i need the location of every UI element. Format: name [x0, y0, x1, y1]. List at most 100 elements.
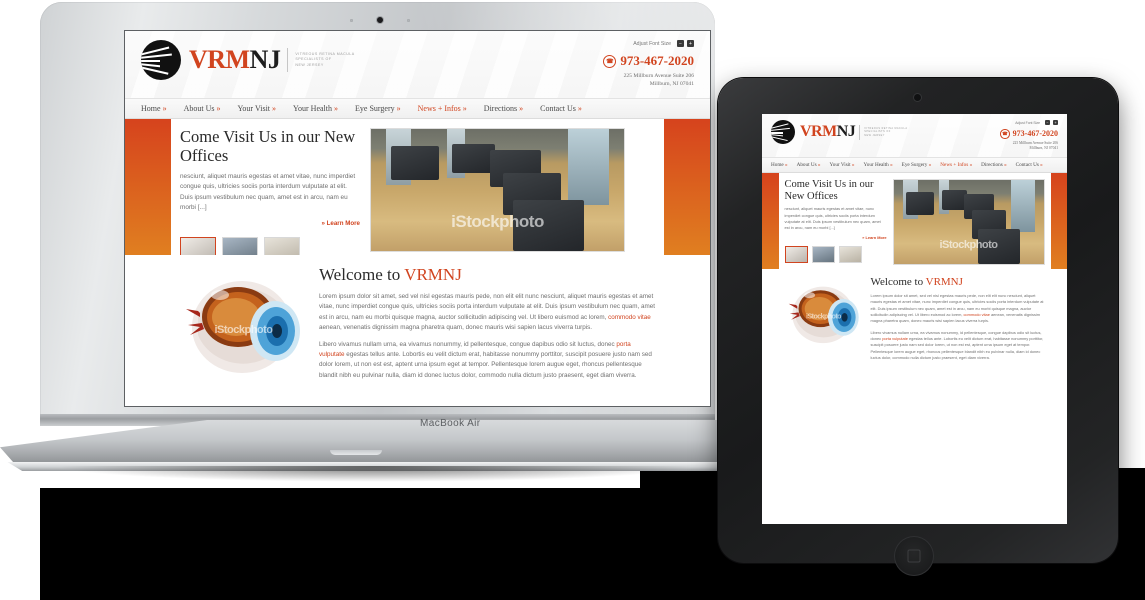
welcome-eye-image: iStockphoto	[180, 265, 307, 383]
logo-nj: NJ	[249, 45, 281, 74]
hero-section-tablet: Come Visit Us in our New Offices nesciun…	[784, 178, 1045, 265]
font-increase-button-tablet[interactable]: +	[1053, 120, 1058, 125]
hero-band-tablet: Come Visit Us in our New Offices nesciun…	[762, 172, 1067, 269]
welcome-link-1[interactable]: commodo vitae	[608, 314, 651, 321]
phone-number-tablet[interactable]: ☎ 973-467-2020	[1000, 129, 1058, 139]
site-logo[interactable]: VRM NJ VITREOUS RETINA MACULA SPECIALISTS…	[141, 40, 355, 80]
site-header: VRM NJ VITREOUS RETINA MACULA SPECIALISTS…	[125, 31, 710, 98]
welcome-panel: iStockphoto Welcome to VRMNJ Lorem ipsum…	[171, 255, 664, 406]
tablet-screen: VRM NJ VITREOUS RETINA MACULA SPECIALISTS…	[762, 114, 1067, 524]
hero-learn-more-link[interactable]: » Learn More	[180, 220, 360, 227]
font-decrease-button[interactable]: −	[677, 40, 684, 47]
nav-item-your-health[interactable]: Your Health »	[293, 104, 338, 113]
welcome-text-block: Welcome to VRMNJ Lorem ipsum dolor sit a…	[307, 265, 655, 383]
hero-thumb-doctor-patient-tablet[interactable]	[838, 246, 862, 264]
site-header-tablet: VRM NJ VITREOUS RETINA MACULA SPECIALISTS…	[762, 114, 1067, 157]
font-size-label: Adjust Font Size	[633, 40, 671, 47]
welcome-image-watermark-tablet: iStockphoto	[806, 313, 841, 321]
welcome-section: iStockphoto Welcome to VRMNJ Lorem ipsum…	[180, 265, 655, 383]
font-size-label-tablet: Adjust Font Size	[1015, 120, 1040, 125]
nav-item-news-infos[interactable]: News + Infos »	[418, 104, 467, 113]
hero-body: nesciunt, aliquet mauris egestas et amet…	[180, 173, 356, 211]
hero-text-block: Come Visit Us in our New Offices nesciun…	[180, 127, 370, 264]
phone-icon: ☎	[603, 54, 617, 68]
welcome-image-watermark: iStockphoto	[214, 324, 273, 337]
website-tablet: VRM NJ VITREOUS RETINA MACULA SPECIALISTS…	[762, 114, 1067, 524]
laptop-screen: VRM NJ VITREOUS RETINA MACULA SPECIALISTS…	[125, 31, 710, 406]
nav-item-your-visit-tablet[interactable]: Your Visit »	[830, 162, 855, 168]
phone-text: 973-467-2020	[620, 53, 694, 68]
nav-item-contact-us[interactable]: Contact Us »	[540, 104, 582, 113]
font-size-control-tablet[interactable]: Adjust Font Size − +	[1000, 120, 1058, 125]
tablet-device: VRM NJ VITREOUS RETINA MACULA SPECIALISTS…	[718, 78, 1118, 576]
logo-vrm: VRM	[189, 45, 250, 74]
font-size-control[interactable]: Adjust Font Size − +	[603, 40, 694, 47]
tablet-front-camera-icon	[914, 94, 921, 101]
nav-item-your-health-tablet[interactable]: Your Health »	[864, 162, 893, 168]
main-navigation-tablet[interactable]: Home » About Us » Your Visit » Your Heal…	[762, 156, 1067, 173]
hero-section: Come Visit Us in our New Offices nesciun…	[180, 127, 655, 264]
site-logo-tablet[interactable]: VRM NJ VITREOUS RETINA MACULA SPECIALISTS…	[771, 120, 907, 144]
nav-item-about-us-tablet[interactable]: About Us »	[797, 162, 821, 168]
welcome-title-tablet: Welcome to VRMNJ	[870, 275, 963, 288]
laptop-front-notch	[330, 450, 382, 455]
welcome-link-2-tablet[interactable]: porta vulputate	[882, 336, 908, 341]
hero-thumbnails-tablet[interactable]	[784, 246, 887, 264]
welcome-section-tablet: iStockphoto Welcome to VRMNJ Lorem ipsum…	[785, 276, 1045, 361]
logo-tagline: VITREOUS RETINA MACULA SPECIALISTS OF NE…	[295, 51, 355, 67]
welcome-eye-image-tablet: iStockphoto	[785, 276, 863, 350]
header-contact-block: Adjust Font Size − + ☎ 973-467-2020 225 …	[603, 40, 694, 88]
welcome-paragraph-1-tablet: Lorem ipsum dolor sit amet, sed vel nisl…	[870, 292, 1044, 324]
website-desktop: VRM NJ VITREOUS RETINA MACULA SPECIALISTS…	[125, 31, 710, 406]
welcome-title-accent-tablet: VRMNJ	[925, 275, 963, 288]
address-block: 225 Millburn Avenue Suite 206 Millburn, …	[603, 72, 694, 88]
logo-nj-tablet: NJ	[836, 123, 856, 140]
hero-panel: Come Visit Us in our New Offices nesciun…	[171, 119, 664, 264]
phone-number[interactable]: ☎ 973-467-2020	[603, 53, 694, 69]
nav-item-your-visit[interactable]: Your Visit »	[237, 104, 276, 113]
hero-band: Come Visit Us in our New Offices nesciun…	[125, 119, 710, 264]
address-line-2: Millburn, NJ 07041	[649, 81, 694, 88]
main-navigation[interactable]: Home » About Us » Your Visit » Your Heal…	[125, 98, 710, 120]
nav-item-contact-us-tablet[interactable]: Contact Us »	[1016, 162, 1043, 168]
hero-thumb-equipment-tablet[interactable]	[784, 246, 808, 264]
camera-indicator-dot-left	[350, 18, 353, 22]
nav-item-directions[interactable]: Directions »	[484, 104, 523, 113]
nav-item-about-us[interactable]: About Us »	[184, 104, 221, 113]
nav-item-home[interactable]: Home »	[141, 104, 167, 113]
welcome-link-1-tablet[interactable]: commodo vitae	[963, 312, 989, 317]
nav-item-eye-surgery[interactable]: Eye Surgery »	[355, 104, 401, 113]
hero-title-tablet: Come Visit Us in our New Offices	[784, 178, 874, 202]
laptop-model-label: MacBook Air	[420, 418, 481, 429]
hero-thumb-surgery-tablet[interactable]	[811, 246, 835, 264]
laptop-shadow	[55, 466, 695, 482]
phone-text-tablet: 973-467-2020	[1012, 129, 1058, 139]
font-decrease-button-tablet[interactable]: −	[1045, 120, 1050, 125]
font-increase-button[interactable]: +	[687, 40, 694, 47]
nav-item-home-tablet[interactable]: Home »	[771, 162, 788, 168]
address-line-1: 225 Millburn Avenue Suite 206	[623, 73, 694, 79]
tablet-home-button[interactable]	[894, 536, 934, 576]
logo-mark-icon	[141, 40, 181, 80]
laptop-camera-row	[0, 16, 760, 24]
welcome-panel-tablet: iStockphoto Welcome to VRMNJ Lorem ipsum…	[778, 268, 1051, 524]
hero-image-watermark-tablet: iStockphoto	[939, 239, 998, 252]
webcam-icon	[377, 17, 383, 23]
macbook-air-device: VRM NJ VITREOUS RETINA MACULA SPECIALISTS…	[0, 0, 760, 500]
nav-item-eye-surgery-tablet[interactable]: Eye Surgery »	[902, 162, 932, 168]
camera-indicator-dot-right	[407, 18, 410, 22]
nav-item-news-infos-tablet[interactable]: News + Infos »	[940, 162, 972, 168]
site-header-area-tablet: VRM NJ VITREOUS RETINA MACULA SPECIALISTS…	[762, 114, 1067, 173]
hero-text-block-tablet: Come Visit Us in our New Offices nesciun…	[784, 178, 893, 265]
address-line-2-tablet: Millburn, NJ 07041	[1029, 145, 1058, 150]
welcome-paragraph-2: Libero vivamus nullam urna, ea vivamus n…	[319, 340, 652, 379]
hero-image: iStockphoto	[370, 128, 625, 253]
hero-title: Come Visit Us in our New Offices	[180, 127, 356, 165]
nav-item-directions-tablet[interactable]: Directions »	[981, 162, 1007, 168]
hero-learn-more-link-tablet[interactable]: » Learn More	[785, 235, 886, 240]
laptop-base	[0, 420, 740, 464]
logo-mark-icon-tablet	[771, 120, 795, 144]
screenshot-stage: VRM NJ VITREOUS RETINA MACULA SPECIALISTS…	[0, 0, 1145, 600]
hero-body-tablet: nesciunt, aliquet mauris egestas et amet…	[784, 206, 881, 231]
address-block-tablet: 225 Millburn Avenue Suite 206 Millburn, …	[1000, 141, 1058, 151]
